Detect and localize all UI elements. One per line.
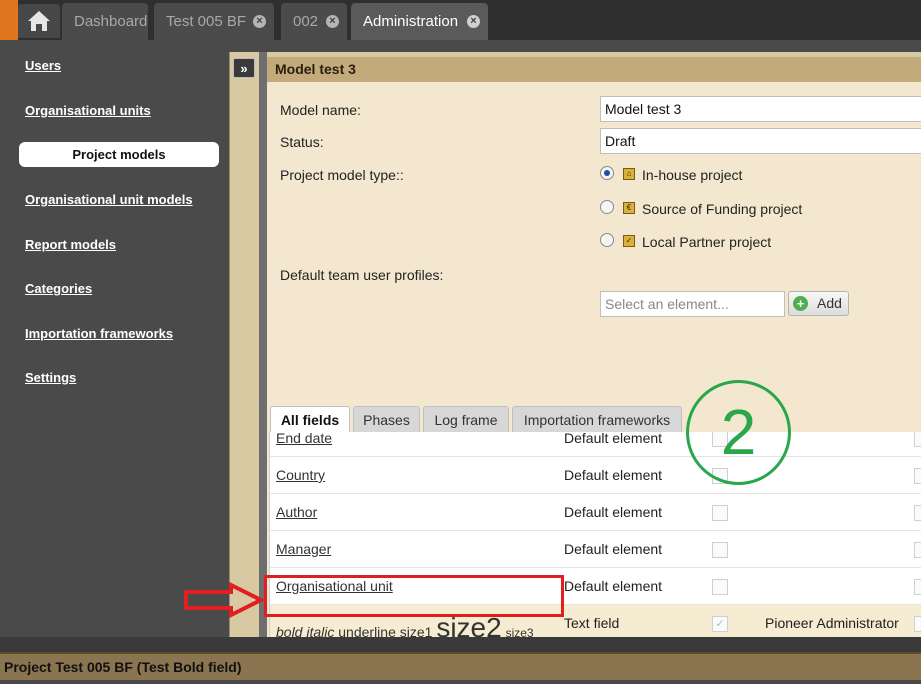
model-name-field[interactable]: Model test 3 — [600, 96, 921, 122]
tab-all-fields[interactable]: All fields — [270, 406, 350, 433]
collapse-strip: » — [229, 52, 259, 637]
radio-local-partner-project[interactable] — [600, 233, 614, 247]
annotation-arrow-icon — [184, 582, 266, 618]
add-label: Add — [817, 295, 842, 311]
sidebar-item-users[interactable]: Users — [25, 58, 61, 73]
model-name-label: Model name: — [280, 102, 361, 118]
sidebar-item-settings[interactable]: Settings — [25, 370, 76, 385]
mandatory-checkbox[interactable] — [712, 542, 728, 558]
add-icon: + — [793, 296, 808, 311]
sidebar-item-report-models[interactable]: Report models — [25, 237, 116, 252]
panel-title: Model test 3 — [267, 52, 921, 82]
annotation-highlight-box — [264, 575, 564, 617]
tab-administration[interactable]: Administration × — [351, 3, 488, 40]
privacy-group: Pioneer Administrator — [765, 615, 899, 631]
home-accent — [0, 0, 18, 40]
mandatory-checkbox[interactable] — [712, 505, 728, 521]
table-row: Manager Default element — [270, 531, 921, 568]
field-name-link[interactable]: End date — [276, 432, 332, 446]
tab-administration-label: Administration — [363, 13, 459, 30]
close-icon[interactable]: × — [326, 15, 339, 28]
field-name-link[interactable]: Country — [276, 467, 325, 483]
status-label: Status: — [280, 134, 324, 150]
tab-002[interactable]: 002 × — [281, 3, 347, 40]
extra-checkbox[interactable] — [914, 542, 921, 558]
partner-icon: ✓ — [623, 235, 635, 247]
radio-source-of-funding-project[interactable] — [600, 200, 614, 214]
panel-body: Model name: Model test 3 Status: Draft P… — [267, 82, 921, 665]
tab-log-frame[interactable]: Log frame — [423, 406, 509, 433]
tab-phases[interactable]: Phases — [353, 406, 420, 433]
mandatory-checkbox[interactable]: ✓ — [712, 616, 728, 632]
funding-icon: € — [623, 202, 635, 214]
tab-002-label: 002 — [293, 13, 319, 30]
extra-checkbox[interactable] — [914, 468, 921, 484]
table-row: Country Default element — [270, 457, 921, 494]
in-house-icon: ⌂ — [623, 168, 635, 180]
partner-label: Local Partner project — [642, 234, 772, 250]
sidebar-item-importation-frameworks[interactable]: Importation frameworks — [25, 326, 173, 341]
bottom-status-bar[interactable]: Project Test 005 BF (Test Bold field) — [0, 652, 921, 680]
mandatory-checkbox[interactable] — [712, 579, 728, 595]
tab-importation-frameworks[interactable]: Importation frameworks — [512, 406, 682, 433]
add-button[interactable]: + Add — [788, 291, 849, 316]
tab-dashboard[interactable]: Dashboard — [62, 3, 148, 40]
extra-checkbox[interactable] — [914, 579, 921, 595]
sidebar-item-organisational-units[interactable]: Organisational units — [25, 103, 151, 118]
table-row: End date Default element — [270, 432, 921, 457]
extra-checkbox[interactable] — [914, 616, 921, 632]
field-type: Default element — [564, 432, 663, 446]
table-row: Author Default element — [270, 494, 921, 531]
expand-icon[interactable]: » — [233, 58, 255, 78]
field-type: Text field — [564, 615, 620, 631]
status-field[interactable]: Draft — [600, 128, 921, 154]
close-icon[interactable]: × — [253, 15, 266, 28]
field-type: Default element — [564, 467, 663, 483]
home-icon — [28, 11, 50, 31]
top-tab-bar: Dashboard Test 005 BF × 002 × Administra… — [0, 0, 921, 40]
profiles-select[interactable]: Select an element... — [600, 291, 785, 317]
tab-test-005-bf-label: Test 005 BF — [166, 13, 247, 30]
sidebar-item-categories[interactable]: Categories — [25, 281, 92, 296]
radio-in-house-project[interactable] — [600, 166, 614, 180]
extra-checkbox[interactable] — [914, 432, 921, 447]
home-tab[interactable] — [18, 4, 60, 38]
sidebar-item-project-models[interactable]: Project models — [19, 142, 219, 167]
field-type: Default element — [564, 578, 663, 594]
project-model-type-label: Project model type:: — [280, 167, 404, 183]
admin-sidebar: Users Organisational units Project model… — [0, 40, 229, 637]
main-panel: Model test 3 Model name: Model test 3 St… — [259, 52, 921, 665]
field-name-link[interactable]: Manager — [276, 541, 331, 557]
field-type: Default element — [564, 504, 663, 520]
extra-checkbox[interactable] — [914, 505, 921, 521]
in-house-label: In-house project — [642, 167, 743, 183]
close-icon[interactable]: × — [467, 15, 480, 28]
bottom-separator — [0, 637, 921, 652]
tab-dashboard-label: Dashboard — [74, 13, 148, 30]
tab-test-005-bf[interactable]: Test 005 BF × — [154, 3, 274, 40]
annotation-step-number: 2 — [686, 380, 791, 485]
funding-label: Source of Funding project — [642, 201, 803, 217]
default-team-profiles-label: Default team user profiles: — [280, 267, 444, 283]
field-type: Default element — [564, 541, 663, 557]
field-name-link[interactable]: Author — [276, 504, 317, 520]
sidebar-item-organisational-unit-models[interactable]: Organisational unit models — [25, 192, 193, 207]
